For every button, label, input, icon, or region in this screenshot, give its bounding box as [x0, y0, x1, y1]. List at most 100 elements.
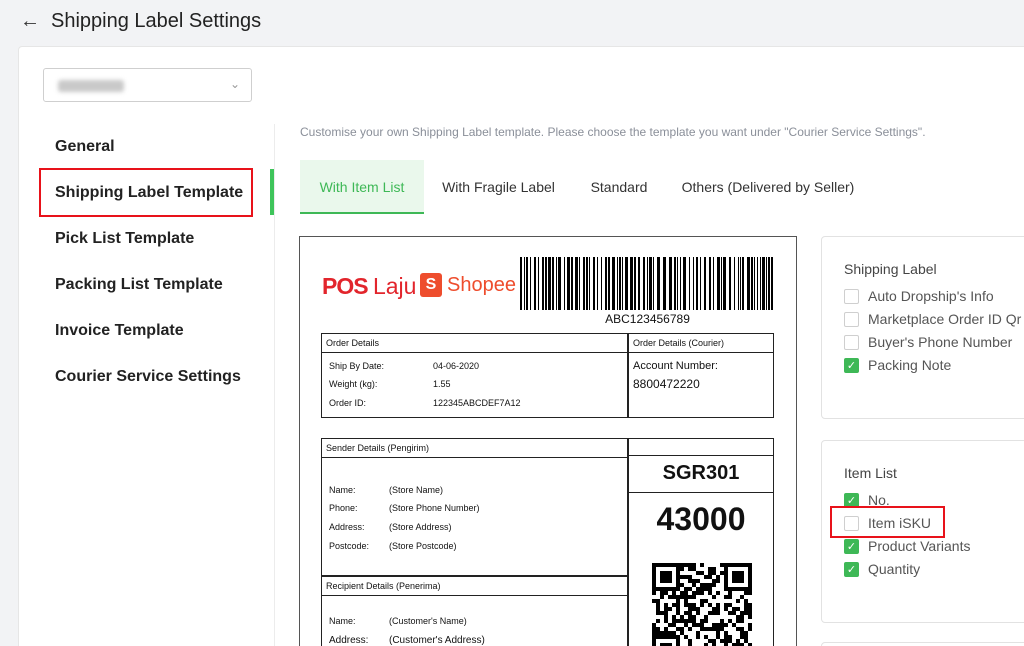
qr-module: [668, 575, 672, 579]
store-select[interactable]: ⌄: [43, 68, 252, 102]
tab-standard[interactable]: Standard: [580, 160, 658, 214]
qr-module: [684, 603, 688, 607]
qr-module: [732, 571, 736, 575]
courier-details-header: Order Details (Courier): [629, 334, 773, 353]
qr-module: [708, 639, 712, 643]
qr-module: [732, 623, 736, 627]
qr-module: [656, 607, 660, 611]
qr-module: [700, 619, 704, 623]
option-quantity[interactable]: ✓ Quantity: [844, 560, 920, 578]
barcode-bar: [619, 257, 621, 310]
qr-module: [692, 583, 696, 587]
qr-module: [688, 595, 692, 599]
sender-phone-label: Phone:: [329, 503, 358, 513]
barcode-bar: [738, 257, 739, 310]
qr-module: [720, 623, 724, 627]
qr-module: [732, 575, 736, 579]
qr-module: [720, 627, 724, 631]
qr-module: [664, 563, 668, 567]
qr-module: [660, 595, 664, 599]
barcode-bar: [683, 257, 686, 310]
ship-by-label: Ship By Date:: [329, 361, 385, 371]
tab-others-delivered-by-seller[interactable]: Others (Delivered by Seller): [672, 160, 864, 214]
qr-module: [652, 631, 656, 635]
qr-module: [748, 615, 752, 619]
qr-module: [660, 611, 664, 615]
barcode-bar: [693, 257, 694, 310]
qr-module: [672, 635, 676, 639]
qr-module: [728, 603, 732, 607]
qr-module: [736, 575, 740, 579]
courier-details-box: Order Details (Courier) Account Number: …: [628, 333, 774, 418]
qr-module: [664, 587, 668, 591]
option-marketplace-order-id-qr[interactable]: Marketplace Order ID Qr: [844, 310, 1021, 328]
qr-module: [692, 595, 696, 599]
qr-module: [744, 611, 748, 615]
sidebar-item-courier-service-settings[interactable]: Courier Service Settings: [55, 368, 241, 386]
qr-module: [692, 623, 696, 627]
barcode-bar: [740, 257, 741, 310]
qr-module: [716, 631, 720, 635]
qr-module: [708, 603, 712, 607]
qr-module: [664, 631, 668, 635]
barcode-bar: [760, 257, 761, 310]
qr-module: [672, 563, 676, 567]
barcode-bar: [608, 257, 610, 310]
sidebar-item-general[interactable]: General: [55, 138, 115, 156]
qr-module: [712, 571, 716, 575]
barcode-bar: [520, 257, 522, 310]
qr-module: [732, 611, 736, 615]
qr-module: [664, 591, 668, 595]
qr-module: [696, 587, 700, 591]
qr-module: [728, 563, 732, 567]
option-product-variants[interactable]: ✓ Product Variants: [844, 537, 970, 555]
qr-module: [696, 611, 700, 615]
option-packing-note[interactable]: ✓ Packing Note: [844, 356, 951, 374]
qr-module: [700, 591, 704, 595]
qr-module: [676, 603, 680, 607]
barcode-bar: [689, 257, 690, 310]
checkbox-checked[interactable]: ✓: [844, 357, 859, 373]
option-auto-dropship-info[interactable]: Auto Dropship's Info: [844, 287, 994, 305]
qr-module: [716, 611, 720, 615]
tab-with-item-list[interactable]: With Item List: [300, 160, 424, 214]
barcode-bar: [586, 257, 588, 310]
qr-module: [680, 615, 684, 619]
qr-module: [668, 571, 672, 575]
qr-module: [736, 563, 740, 567]
option-buyer-phone-number[interactable]: Buyer's Phone Number: [844, 333, 1012, 351]
qr-module: [724, 587, 728, 591]
checkbox[interactable]: [844, 288, 859, 304]
qr-module: [664, 611, 668, 615]
checkbox[interactable]: [844, 334, 859, 350]
qr-module: [712, 607, 716, 611]
sidebar-item-invoice-template[interactable]: Invoice Template: [55, 322, 184, 340]
qr-module: [668, 563, 672, 567]
tab-with-fragile-label[interactable]: With Fragile Label: [430, 160, 567, 214]
qr-module: [716, 627, 720, 631]
qr-code: [652, 563, 752, 646]
qr-module: [736, 639, 740, 643]
barcode-bar: [709, 257, 711, 310]
qr-module: [704, 587, 708, 591]
sidebar-item-packing-list-template[interactable]: Packing List Template: [55, 276, 223, 294]
qr-module: [692, 603, 696, 607]
option-label: Quantity: [868, 561, 921, 577]
destination-postcode: 43000: [656, 501, 746, 537]
qr-module: [712, 567, 716, 571]
qr-module: [664, 619, 668, 623]
arrow-left-icon[interactable]: ←: [20, 10, 40, 33]
checkbox-checked[interactable]: ✓: [844, 561, 859, 577]
option-label: Marketplace Order ID Qr: [868, 311, 1022, 327]
qr-module: [728, 587, 732, 591]
checkbox-checked[interactable]: ✓: [844, 538, 859, 554]
qr-module: [672, 587, 676, 591]
qr-module: [704, 619, 708, 623]
weight-label: Weight (kg):: [329, 379, 378, 389]
checkbox[interactable]: [844, 311, 859, 327]
barcode-bar: [524, 257, 525, 310]
qr-module: [668, 595, 672, 599]
barcode-number: ABC123456789: [605, 312, 690, 326]
sidebar-item-pick-list-template[interactable]: Pick List Template: [55, 230, 194, 248]
qr-module: [724, 583, 728, 587]
